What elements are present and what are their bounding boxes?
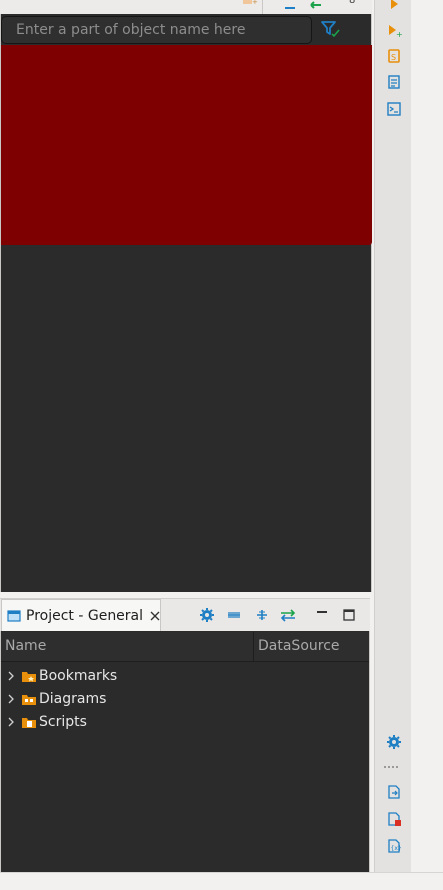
link-editor-icon[interactable] [309,0,325,14]
tree-item-diagrams[interactable]: Diagrams [5,688,106,710]
right-side-toolbar: + S {x} [374,0,412,872]
tab-project-general[interactable]: Project - General [1,599,161,631]
settings-gear-icon[interactable] [385,733,403,751]
window-edge [411,0,443,872]
view-menu-badge[interactable]: 8 [349,0,355,6]
expand-all-icon[interactable] [252,605,272,625]
error-log-icon[interactable] [385,810,403,828]
export-file-icon[interactable] [385,783,403,801]
run-new-script-icon[interactable]: + [385,21,403,39]
link-with-editor-icon[interactable] [278,605,298,625]
column-datasource-header[interactable]: DataSource [254,632,369,661]
tree-item-label: Diagrams [39,691,107,707]
scripts-folder-icon [21,715,37,729]
tree-item-label: Bookmarks [39,668,118,684]
object-name-filter-input[interactable]: Enter a part of object name here [1,16,312,44]
project-settings-gear-icon[interactable] [197,605,217,625]
collapse-icon[interactable] [284,0,298,14]
bookmarks-folder-icon [21,669,37,683]
script-list-icon[interactable] [385,73,403,91]
status-bar [0,872,443,890]
tree-item-scripts[interactable]: Scripts [5,711,87,733]
tree-item-bookmarks[interactable]: Bookmarks [5,665,117,687]
svg-text:+: + [252,0,258,6]
minimize-panel-icon[interactable] [312,605,332,625]
top-toolbar-strip: + 8 [0,0,372,14]
filter-settings-button[interactable] [318,18,348,42]
collapse-all-icon[interactable] [224,605,244,625]
run-script-icon[interactable] [385,0,403,13]
variables-icon[interactable]: {x} [385,837,403,855]
project-column-header: Name DataSource [1,632,369,662]
close-tab-icon[interactable] [149,610,161,622]
chevron-right-icon[interactable] [5,670,17,682]
tree-item-label: Scripts [39,714,87,730]
diagrams-folder-icon [21,692,37,706]
console-icon[interactable] [385,100,403,118]
new-connection-icon[interactable]: + [240,0,258,13]
project-icon [7,609,21,623]
maximize-panel-icon[interactable] [339,605,359,625]
svg-text:S: S [391,53,396,62]
toolbar-drag-handle[interactable] [384,766,398,768]
sql-script-icon[interactable]: S [385,47,403,65]
column-name-header[interactable]: Name [1,632,254,661]
chevron-right-icon[interactable] [5,693,17,705]
chevron-right-icon[interactable] [5,716,17,728]
svg-text:{x}: {x} [391,845,402,852]
navigator-tree-area[interactable] [1,45,372,245]
project-tab-title: Project - General [26,607,144,624]
svg-text:+: + [396,30,402,38]
filter-icon [318,21,342,44]
toolbar-separator [262,0,263,14]
